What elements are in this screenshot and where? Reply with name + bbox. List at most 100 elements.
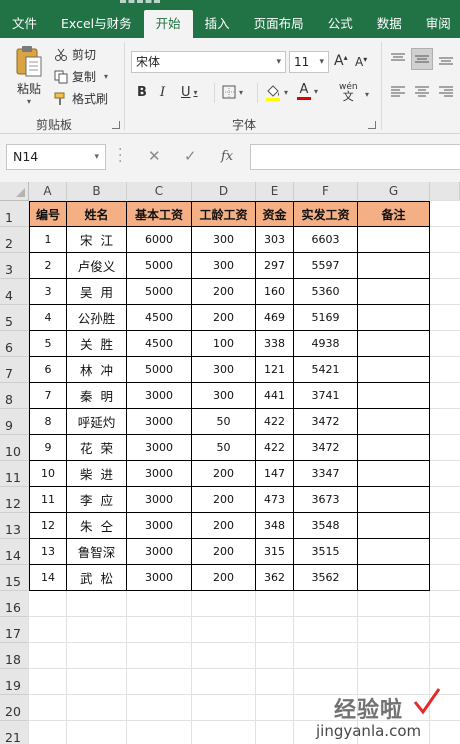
table-cell[interactable]: 10 xyxy=(29,461,67,487)
table-cell[interactable] xyxy=(358,461,430,487)
row-header[interactable]: 6 xyxy=(0,331,29,357)
row-header[interactable]: 7 xyxy=(0,357,29,383)
cancel-icon[interactable]: ✕ xyxy=(148,147,161,165)
header-cell[interactable]: 编号 xyxy=(29,201,67,227)
column-header[interactable]: B xyxy=(67,182,127,201)
ribbon-tab[interactable]: 插入 xyxy=(193,10,242,38)
table-cell[interactable]: 鲁智深 xyxy=(67,539,127,565)
table-cell[interactable]: 13 xyxy=(29,539,67,565)
name-box[interactable]: N14 ▾ xyxy=(6,144,106,170)
header-cell[interactable]: 基本工资 xyxy=(127,201,192,227)
table-cell[interactable]: 3000 xyxy=(127,435,192,461)
table-cell[interactable]: 50 xyxy=(192,435,256,461)
ribbon-tab[interactable]: 开始 xyxy=(143,10,193,38)
table-cell[interactable] xyxy=(358,357,430,383)
table-cell[interactable]: 3673 xyxy=(294,487,358,513)
table-cell[interactable]: 473 xyxy=(256,487,294,513)
row-header[interactable]: 10 xyxy=(0,435,29,461)
font-name-dropdown[interactable]: 宋体 ▾ xyxy=(131,51,286,73)
table-cell[interactable]: 秦 明 xyxy=(67,383,127,409)
table-cell[interactable]: 武 松 xyxy=(67,565,127,591)
table-cell[interactable]: 4500 xyxy=(127,305,192,331)
increase-font-size-button[interactable]: A ▴ xyxy=(334,53,348,70)
table-cell[interactable]: 5000 xyxy=(127,279,192,305)
ribbon-tab[interactable]: Excel与财务 xyxy=(49,10,144,38)
row-header[interactable]: 18 xyxy=(0,643,29,669)
table-cell[interactable]: 1 xyxy=(29,227,67,253)
table-cell[interactable]: 422 xyxy=(256,409,294,435)
table-cell[interactable]: 3347 xyxy=(294,461,358,487)
ribbon-tab[interactable]: 审阅 xyxy=(414,10,460,38)
align-center-button[interactable] xyxy=(414,85,430,99)
align-right-button[interactable] xyxy=(438,85,454,99)
row-header[interactable]: 17 xyxy=(0,617,29,643)
table-cell[interactable]: 2 xyxy=(29,253,67,279)
copy-button[interactable]: 复制 ▾ xyxy=(54,68,108,85)
table-cell[interactable]: 7 xyxy=(29,383,67,409)
formula-bar-grip-icon[interactable]: · · · xyxy=(118,143,122,169)
table-cell[interactable]: 147 xyxy=(256,461,294,487)
table-cell[interactable]: 3472 xyxy=(294,435,358,461)
table-cell[interactable]: 200 xyxy=(192,305,256,331)
row-header[interactable]: 12 xyxy=(0,487,29,513)
column-header-partial[interactable] xyxy=(430,182,460,201)
table-cell[interactable]: 4 xyxy=(29,305,67,331)
table-cell[interactable]: 300 xyxy=(192,253,256,279)
row-header[interactable]: 13 xyxy=(0,513,29,539)
table-cell[interactable]: 柴 进 xyxy=(67,461,127,487)
table-cell[interactable] xyxy=(358,565,430,591)
table-cell[interactable] xyxy=(358,279,430,305)
phonetic-guide-button[interactable]: wén 文 xyxy=(339,82,358,102)
row-header[interactable]: 19 xyxy=(0,669,29,695)
ribbon-tab[interactable]: 数据 xyxy=(365,10,414,38)
table-cell[interactable]: 5000 xyxy=(127,253,192,279)
table-cell[interactable]: 林 冲 xyxy=(67,357,127,383)
header-cell[interactable]: 备注 xyxy=(358,201,430,227)
table-cell[interactable]: 50 xyxy=(192,409,256,435)
chevron-down-icon[interactable]: ▾ xyxy=(365,90,369,99)
table-cell[interactable]: 6 xyxy=(29,357,67,383)
table-cell[interactable]: 5597 xyxy=(294,253,358,279)
row-header[interactable]: 4 xyxy=(0,279,29,305)
ribbon-tab[interactable]: 公式 xyxy=(316,10,365,38)
row-header[interactable]: 3 xyxy=(0,253,29,279)
table-cell[interactable]: 呼延灼 xyxy=(67,409,127,435)
paste-dropdown-icon[interactable]: ▾ xyxy=(27,97,31,106)
header-cell[interactable]: 资金 xyxy=(256,201,294,227)
row-header[interactable]: 2 xyxy=(0,227,29,253)
table-cell[interactable]: 14 xyxy=(29,565,67,591)
select-all-button[interactable] xyxy=(0,182,29,201)
table-cell[interactable]: 5360 xyxy=(294,279,358,305)
fill-color-button[interactable]: ▾ xyxy=(265,83,288,101)
column-header[interactable]: G xyxy=(358,182,430,201)
ribbon-tab[interactable]: 文件 xyxy=(0,10,49,38)
table-cell[interactable]: 297 xyxy=(256,253,294,279)
column-header[interactable]: E xyxy=(256,182,294,201)
table-cell[interactable] xyxy=(358,227,430,253)
table-cell[interactable]: 121 xyxy=(256,357,294,383)
table-cell[interactable]: 卢俊义 xyxy=(67,253,127,279)
table-cell[interactable]: 3472 xyxy=(294,409,358,435)
table-cell[interactable]: 200 xyxy=(192,565,256,591)
table-cell[interactable]: 李 应 xyxy=(67,487,127,513)
table-cell[interactable]: 公孙胜 xyxy=(67,305,127,331)
font-size-dropdown[interactable]: 11 ▾ xyxy=(289,51,329,73)
paste-button[interactable]: 粘贴 ▾ xyxy=(10,44,48,106)
insert-function-button[interactable]: fx xyxy=(221,149,233,164)
table-cell[interactable]: 关 胜 xyxy=(67,331,127,357)
font-color-button[interactable]: A ▾ xyxy=(297,83,318,100)
table-cell[interactable]: 300 xyxy=(192,383,256,409)
table-cell[interactable]: 3000 xyxy=(127,539,192,565)
table-cell[interactable]: 8 xyxy=(29,409,67,435)
table-cell[interactable]: 12 xyxy=(29,513,67,539)
table-cell[interactable] xyxy=(358,331,430,357)
header-cell[interactable]: 姓名 xyxy=(67,201,127,227)
table-cell[interactable]: 200 xyxy=(192,487,256,513)
table-cell[interactable] xyxy=(358,539,430,565)
table-cell[interactable]: 300 xyxy=(192,227,256,253)
table-cell[interactable]: 3000 xyxy=(127,513,192,539)
underline-button[interactable]: U ▾ xyxy=(181,85,198,100)
cut-button[interactable]: 剪切 xyxy=(54,46,96,63)
table-cell[interactable]: 吴 用 xyxy=(67,279,127,305)
table-cell[interactable]: 9 xyxy=(29,435,67,461)
